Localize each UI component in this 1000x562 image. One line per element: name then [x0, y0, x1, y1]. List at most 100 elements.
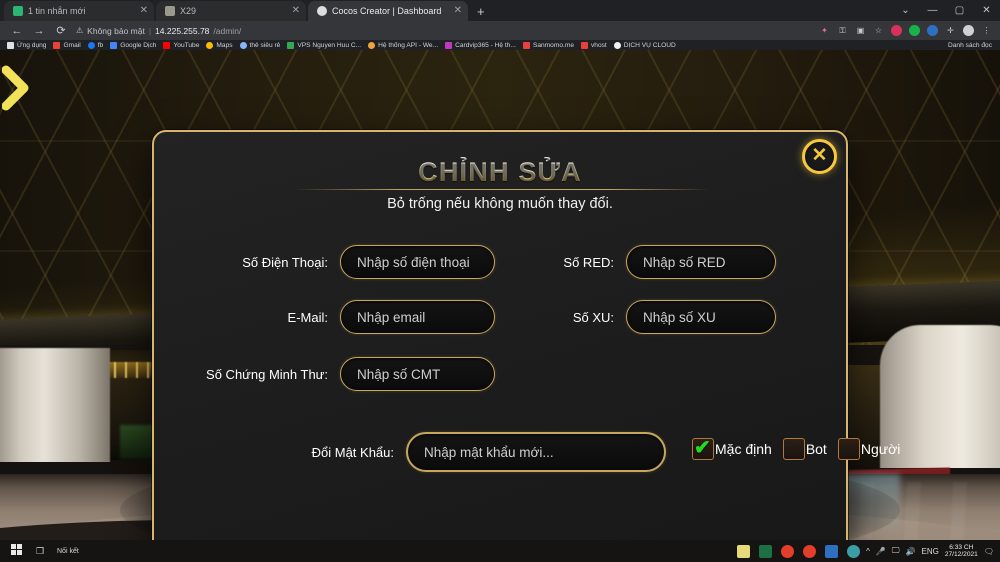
new-tab-button[interactable]: + [470, 3, 492, 21]
system-tray: ^ 🎤 🖵 🔊 ENG 6:33 CH 27/12/2021 🗨 [866, 544, 1000, 558]
google-maps-icon [206, 41, 214, 49]
right-column [880, 325, 1000, 485]
field-phone-number: Số Điện Thoại: [168, 245, 498, 279]
bookmark-maps[interactable]: Maps [204, 41, 237, 49]
collapse-arrow-icon[interactable] [2, 64, 32, 112]
tray-chevron-icon[interactable]: ^ [866, 547, 870, 556]
bookmark-youtube[interactable]: YouTube [161, 41, 204, 49]
title-divider [294, 189, 710, 190]
url-path: /admin/ [213, 25, 242, 36]
checkbox-human-box[interactable] [837, 438, 860, 460]
bookmark-sanmomo[interactable]: Sanmomo.me [521, 41, 579, 49]
cardvip-icon [445, 41, 453, 49]
bookmark-star-icon[interactable]: ☆ [873, 25, 884, 36]
taskbar-apps [737, 544, 866, 558]
toolbar-icons: ✦ ⚿ ▣ ☆ ✛ ⋮ [819, 25, 994, 36]
checkbox-bot-label: Bot [805, 441, 827, 457]
microphone-icon[interactable]: 🎤 [876, 547, 886, 556]
address-bar[interactable]: ⚠ Không bảo mật | 14.225.255.78/admin/ [76, 24, 819, 37]
bookmark-he-thong-api[interactable]: Hệ thống API - We... [366, 41, 443, 49]
field-xu-amount: Số XU: [524, 300, 844, 334]
input-new-password[interactable] [406, 432, 666, 472]
chrome2-taskbar-icon[interactable] [803, 544, 817, 558]
ultraviewer-taskbar-icon[interactable] [825, 544, 839, 558]
input-xu-amount[interactable] [626, 300, 776, 334]
extensions-puzzle-icon[interactable]: ✛ [945, 25, 956, 36]
minimize-button[interactable]: — [919, 0, 946, 21]
bookmark-label: vhost [590, 41, 607, 49]
language-indicator[interactable]: ENG [921, 547, 938, 556]
field-new-password: Đổi Mật Khẩu: [264, 432, 774, 472]
forward-button[interactable]: → [28, 25, 50, 37]
taskbar-clock[interactable]: 6:33 CH 27/12/2021 [945, 544, 978, 558]
more-menu-icon[interactable]: ⋮ [981, 25, 992, 36]
label-email: E-Mail: [287, 309, 328, 325]
excel-taskbar-icon[interactable] [759, 544, 773, 558]
password-key-icon[interactable]: ⚿ [837, 25, 848, 36]
label-id-card: Số Chứng Minh Thư: [206, 366, 328, 382]
volume-icon[interactable]: 🔊 [906, 547, 916, 556]
extension-icon[interactable]: ✦ [819, 25, 830, 36]
bookmark-cardvip365[interactable]: Cardvip365 - Hệ th... [443, 41, 521, 49]
google-translate-icon [110, 41, 118, 49]
taskbar-left: ❒ Nối kết [0, 542, 79, 560]
profile-avatar-icon[interactable] [963, 25, 974, 36]
field-email: E-Mail: [168, 300, 498, 334]
chrome-taskbar-icon[interactable] [781, 544, 795, 558]
tab-2[interactable]: Cocos Creator | Dashboard ✕ [308, 1, 468, 21]
checkbox-human[interactable]: Người [837, 438, 900, 460]
reading-list-label: Danh sách đọc [948, 41, 992, 49]
adblock-icon[interactable] [909, 25, 920, 36]
checkbox-bot[interactable]: Bot [782, 438, 827, 460]
bookmark-label: Gmail [63, 41, 81, 49]
clock-taskbar-icon[interactable] [847, 544, 861, 558]
bookmark-apps[interactable]: Ứng dụng [5, 41, 51, 49]
bookmark-vps[interactable]: VPS Nguyen Huu C... [285, 41, 366, 49]
bookmark-gmail[interactable]: Gmail [51, 41, 85, 49]
bookmark-the-sieu-re[interactable]: thẻ siêu rẻ [238, 41, 286, 49]
url-host: 14.225.255.78 [155, 25, 210, 36]
jdownloader-icon[interactable] [927, 25, 938, 36]
bookmark-label: VPS Nguyen Huu C... [297, 41, 362, 49]
bookmark-label: Cardvip365 - Hệ th... [455, 41, 516, 49]
close-window-button[interactable]: ✕ [973, 0, 1000, 21]
browser-chrome: 1 tin nhắn mới ✕ X29 ✕ Cocos Creator | D… [0, 0, 1000, 50]
bookmark-dich-vu-cloud[interactable]: DỊCH VỤ CLOUD [612, 41, 681, 49]
tab-close-icon[interactable]: ✕ [140, 6, 148, 16]
checkbox-bot-box[interactable] [782, 438, 805, 460]
input-email[interactable] [340, 300, 495, 334]
tab-close-icon[interactable]: ✕ [454, 6, 462, 16]
cast-icon[interactable]: ▣ [855, 25, 866, 36]
close-modal-button[interactable]: ✕ [802, 139, 837, 174]
tab-0[interactable]: 1 tin nhắn mới ✕ [4, 1, 154, 21]
tab-favicon-messenger [13, 6, 23, 16]
bookmark-label: fb [97, 41, 104, 49]
task-view-icon[interactable]: ❒ [27, 546, 53, 557]
action-center-icon[interactable]: 🗨 [984, 547, 994, 556]
input-red-amount[interactable] [626, 245, 776, 279]
bookmark-label: YouTube [173, 41, 200, 49]
reload-button[interactable]: ⟳ [50, 24, 72, 37]
maximize-button[interactable]: ▢ [946, 0, 973, 21]
notepad-taskbar-icon[interactable] [737, 544, 751, 558]
not-secure-warning-icon: ⚠ [76, 26, 84, 35]
tab-close-icon[interactable]: ✕ [292, 6, 300, 16]
screen: CHỈNH SỬA Bỏ trống nếu không muốn thay đ… [0, 0, 1000, 562]
bookmark-vhost[interactable]: vhost [579, 41, 612, 49]
input-phone-number[interactable] [340, 245, 495, 279]
tab-1[interactable]: X29 ✕ [156, 1, 306, 21]
sanmomo-icon [522, 41, 530, 49]
tab-favicon-x29 [165, 6, 175, 16]
windows-start-icon[interactable] [5, 542, 27, 560]
tab-search-icon[interactable]: ⌄ [892, 0, 919, 21]
input-id-card[interactable] [340, 357, 495, 391]
avatar-asp-icon[interactable] [891, 25, 902, 36]
the-sieu-re-icon [239, 41, 247, 49]
taskbar-network-label: Nối kết [57, 547, 79, 555]
display-icon[interactable]: 🖵 [892, 546, 900, 556]
back-button[interactable]: ← [6, 25, 28, 37]
reading-list-button[interactable]: Danh sách đọc [944, 42, 995, 49]
bookmark-google-dich[interactable]: Google Dịch [108, 41, 161, 49]
window-controls: ⌄ — ▢ ✕ [892, 0, 1000, 21]
bookmark-fb[interactable]: fb [86, 41, 109, 49]
